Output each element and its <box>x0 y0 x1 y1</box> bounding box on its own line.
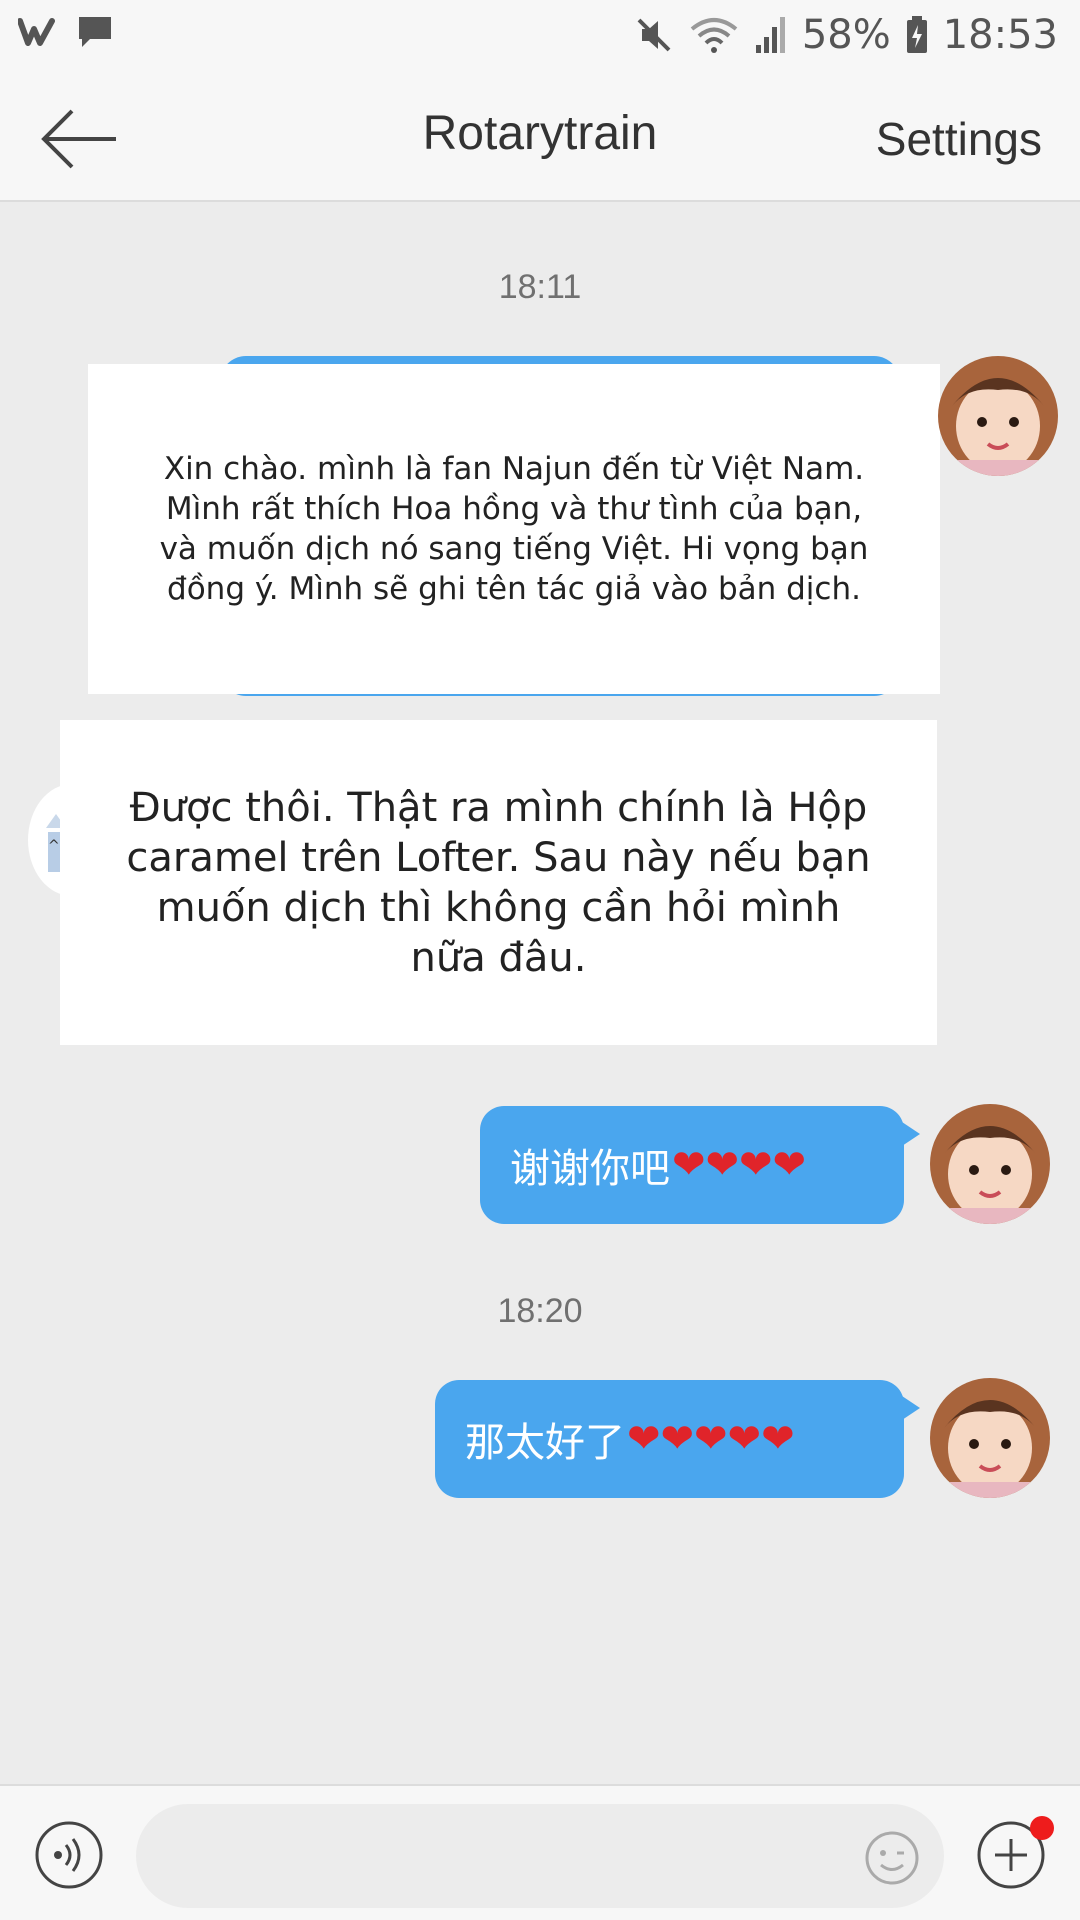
hearts-emoji: ❤❤❤❤ <box>672 1142 807 1188</box>
notification-dot <box>1030 1816 1054 1840</box>
my-avatar[interactable] <box>938 356 1058 476</box>
battery-percent: 58% <box>801 12 891 58</box>
hearts-emoji: ❤❤❤❤❤ <box>627 1416 795 1462</box>
message-icon <box>79 17 111 47</box>
message-text: 谢谢你吧 <box>510 1146 670 1192</box>
message-text: 那太好了 <box>465 1420 625 1466</box>
outgoing-message-bubble[interactable]: 谢谢你吧 ❤❤❤❤ <box>480 1106 920 1224</box>
status-right: 58% 18:53 <box>634 12 1058 58</box>
battery-icon <box>906 16 927 53</box>
svg-text:^: ^ <box>48 838 60 854</box>
voice-input-icon[interactable] <box>34 1820 104 1890</box>
message-image-text: Xin chào. mình là fan Najun đến từ Việt … <box>88 364 940 694</box>
wifi-icon <box>690 18 738 53</box>
bubble-tail <box>902 1396 920 1420</box>
timestamp: 18:11 <box>498 268 582 306</box>
wattpad-icon <box>18 18 55 46</box>
message-image-text: Được thôi. Thật ra mình chính là Hộp car… <box>60 720 937 1045</box>
mute-icon <box>637 18 671 52</box>
status-time: 18:53 <box>942 12 1058 58</box>
signal-icon <box>755 17 785 53</box>
emoji-icon[interactable] <box>864 1830 920 1886</box>
status-left-icons <box>18 14 114 50</box>
my-avatar[interactable] <box>930 1378 1050 1498</box>
bubble-tail <box>902 1122 920 1146</box>
timestamp: 18:20 <box>497 1292 583 1330</box>
message-input-bar <box>0 1784 1080 1920</box>
my-avatar[interactable] <box>930 1104 1050 1224</box>
outgoing-message-bubble[interactable]: 那太好了 ❤❤❤❤❤ <box>435 1380 920 1498</box>
message-input[interactable] <box>136 1804 944 1908</box>
settings-button[interactable]: Settings <box>876 112 1042 166</box>
status-bar: 58% 18:53 <box>0 0 1080 76</box>
chat-header: Rotarytrain Settings <box>0 76 1080 202</box>
